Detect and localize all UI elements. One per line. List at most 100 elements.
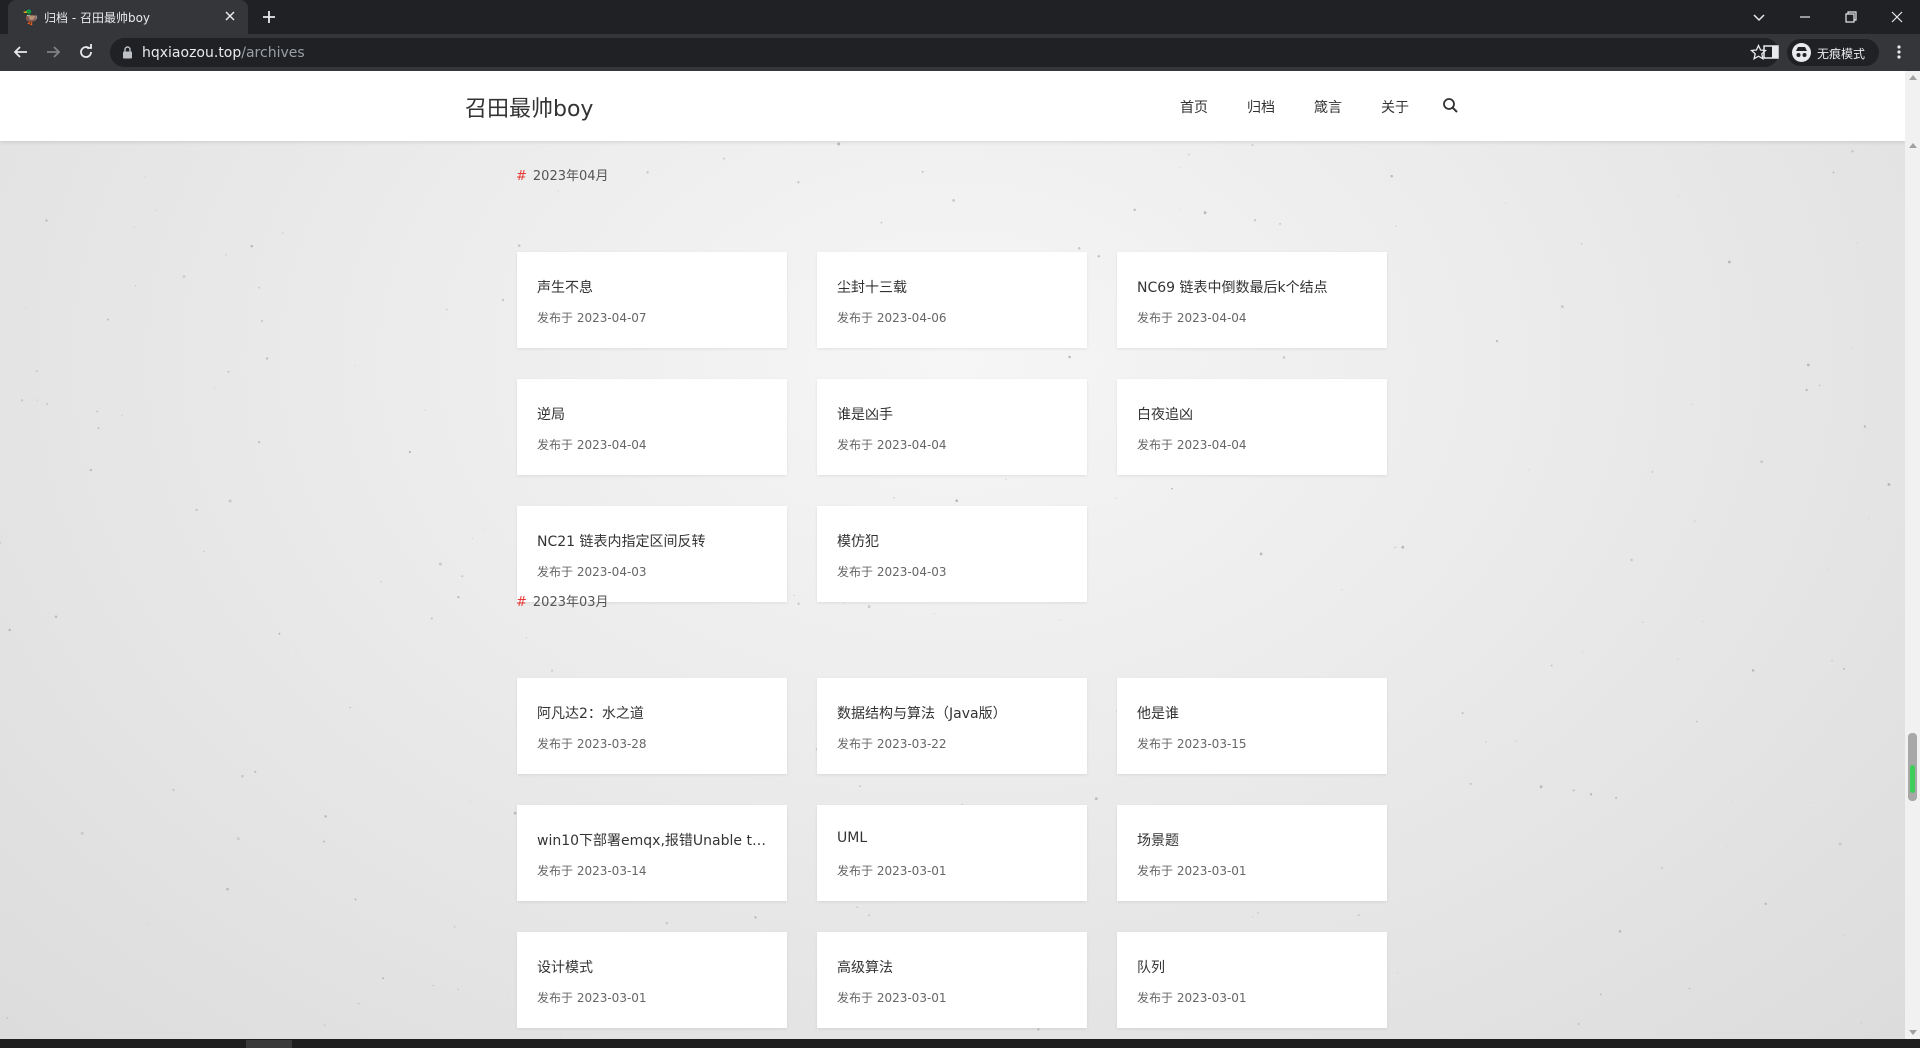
nav-archives[interactable]: 归档	[1247, 97, 1314, 117]
speckle	[453, 925, 456, 928]
search-icon[interactable]	[1442, 97, 1459, 114]
post-title[interactable]: 谁是凶手	[837, 404, 1069, 424]
speckle	[557, 190, 559, 192]
new-tab-icon[interactable]	[260, 8, 278, 26]
post-card[interactable]: 场景题 发布于 2023-03-01	[1117, 805, 1387, 901]
post-card[interactable]: 尘封十三载发布于 2023-04-06	[817, 252, 1087, 348]
month-heading: #2023年03月	[516, 591, 609, 610]
post-title[interactable]: 模仿犯	[837, 531, 1069, 551]
speckle	[1115, 497, 1117, 499]
scroll-up-arrow-icon[interactable]	[1909, 75, 1917, 80]
post-title[interactable]: UML	[837, 830, 1069, 846]
post-title[interactable]: 阿凡达2：水之道	[537, 703, 769, 723]
incognito-icon	[1792, 43, 1811, 62]
speckle	[1572, 789, 1575, 792]
close-window-icon[interactable]	[1884, 4, 1910, 30]
post-card[interactable]: 逆局 发布于 2023-04-04	[517, 379, 787, 475]
speckle	[457, 988, 459, 991]
speckle	[226, 887, 229, 891]
post-title[interactable]: 尘封十三载	[837, 277, 1069, 297]
speckle	[1187, 153, 1190, 156]
back-arrow-icon[interactable]	[11, 42, 31, 62]
post-title[interactable]: 逆局	[537, 404, 769, 424]
nav-quotes[interactable]: 箴言	[1314, 97, 1381, 117]
post-card[interactable]: 设计模式 发布于 2023-03-01	[517, 932, 787, 1028]
scroll-down-arrow-icon[interactable]	[1909, 1030, 1917, 1035]
speckle	[135, 285, 137, 287]
post-title[interactable]: NC21 链表内指定区间反转	[537, 531, 769, 551]
browser-tab-active[interactable]: 🦆 归档 - 召田最帅boy	[8, 0, 248, 34]
speckle	[1461, 712, 1464, 715]
lock-icon[interactable]	[122, 46, 133, 59]
forward-arrow-icon[interactable]	[43, 42, 63, 62]
post-card[interactable]: 模仿犯发布于 2023-04-03	[817, 506, 1087, 602]
speckle	[155, 209, 157, 211]
nav-about[interactable]: 关于	[1381, 97, 1448, 117]
post-card[interactable]: UML 发布于 2023-03-01	[817, 805, 1087, 901]
speckle	[507, 996, 509, 998]
speckle	[1727, 260, 1731, 264]
speckle	[258, 286, 260, 289]
post-card[interactable]: 谁是凶手 发布于 2023-04-04	[817, 379, 1087, 475]
post-title[interactable]: 白夜追凶	[1137, 404, 1369, 424]
page-scrollbar[interactable]	[1905, 71, 1920, 1039]
speckle	[254, 770, 257, 773]
speckle	[260, 319, 264, 323]
speckle	[1068, 355, 1071, 359]
post-card[interactable]: 白夜追凶 发布于 2023-04-04	[1117, 379, 1387, 475]
speckle	[893, 496, 895, 499]
side-panel-icon[interactable]	[1762, 43, 1780, 61]
tab-search-chevron-icon[interactable]	[1746, 4, 1772, 30]
speckle	[1539, 785, 1543, 789]
speckle	[1580, 242, 1583, 245]
post-card[interactable]: 高级算法 发布于 2023-03-01	[817, 932, 1087, 1028]
reload-icon[interactable]	[76, 42, 96, 62]
month-heading: #2023年04月	[516, 165, 609, 184]
incognito-label: 无痕模式	[1817, 47, 1866, 61]
speckle	[1515, 740, 1517, 742]
post-title[interactable]: 队列	[1137, 957, 1369, 977]
speckle	[1599, 993, 1602, 996]
incognito-profile-button[interactable]: 无痕模式	[1787, 39, 1879, 66]
close-tab-icon[interactable]	[222, 8, 238, 24]
post-card[interactable]: NC21 链表内指定区间反转 发布于 2023-04-03	[517, 506, 787, 602]
post-title[interactable]: 场景题	[1137, 830, 1369, 850]
site-title[interactable]: 召田最帅boy	[465, 91, 593, 123]
post-date: 发布于 2023-03-15	[1137, 737, 1247, 751]
post-card[interactable]: 阿凡达2：水之道 发布于 2023-03-28	[517, 678, 787, 774]
restore-icon[interactable]	[1838, 4, 1864, 30]
post-title[interactable]: 高级算法	[837, 957, 1069, 977]
speckle	[1696, 720, 1698, 723]
minimize-icon[interactable]	[1792, 4, 1818, 30]
browser-toolbar: hqxiaozou.top/archives 无痕模式	[0, 34, 1920, 71]
nav-home[interactable]: 首页	[1180, 97, 1247, 117]
post-card[interactable]: 他是谁发布于 2023-03-15	[1117, 678, 1387, 774]
post-title[interactable]: 设计模式	[537, 957, 769, 977]
speckle	[856, 906, 858, 909]
post-title[interactable]: 声生不息	[537, 277, 769, 297]
post-card[interactable]: 声生不息 发布于 2023-04-07	[517, 252, 787, 348]
post-card[interactable]: 数据结构与算法（Java版） 发布于 2023-03-22	[817, 678, 1087, 774]
post-title[interactable]: 他是谁	[1137, 703, 1369, 723]
post-card[interactable]: win10下部署emqx,报错Unable to l... 发布于 2023-03…	[517, 805, 787, 901]
browser-menu-icon[interactable]	[1890, 43, 1908, 61]
page-viewport: 召田最帅boy 首页 归档 箴言 关于 #2023年04月 声生不息 发布于 20…	[0, 71, 1905, 1039]
address-bar[interactable]: hqxiaozou.top/archives	[110, 38, 1779, 67]
post-title[interactable]: win10下部署emqx,报错Unable to l...	[537, 830, 769, 850]
speckle	[257, 440, 261, 444]
post-card[interactable]: 队列 发布于 2023-03-01	[1117, 932, 1387, 1028]
speckle	[952, 199, 955, 202]
post-title[interactable]: NC69 链表中倒数最后k个结点	[1137, 277, 1369, 297]
speckle	[408, 450, 412, 454]
post-date: 发布于 2023-04-06	[837, 311, 947, 325]
taskbar-item[interactable]	[246, 1040, 292, 1048]
speckle	[1806, 363, 1810, 367]
post-date: 发布于 2023-04-03	[837, 565, 947, 579]
url-text[interactable]: hqxiaozou.top/archives	[142, 45, 305, 61]
scroll-up-arrow-icon[interactable]	[1909, 143, 1917, 148]
speckle	[1133, 208, 1136, 211]
speckle	[1851, 149, 1854, 153]
speckle	[1037, 1028, 1040, 1031]
post-card[interactable]: NC69 链表中倒数最后k个结点 发布于 2023-04-04	[1117, 252, 1387, 348]
post-title[interactable]: 数据结构与算法（Java版）	[837, 703, 1069, 723]
